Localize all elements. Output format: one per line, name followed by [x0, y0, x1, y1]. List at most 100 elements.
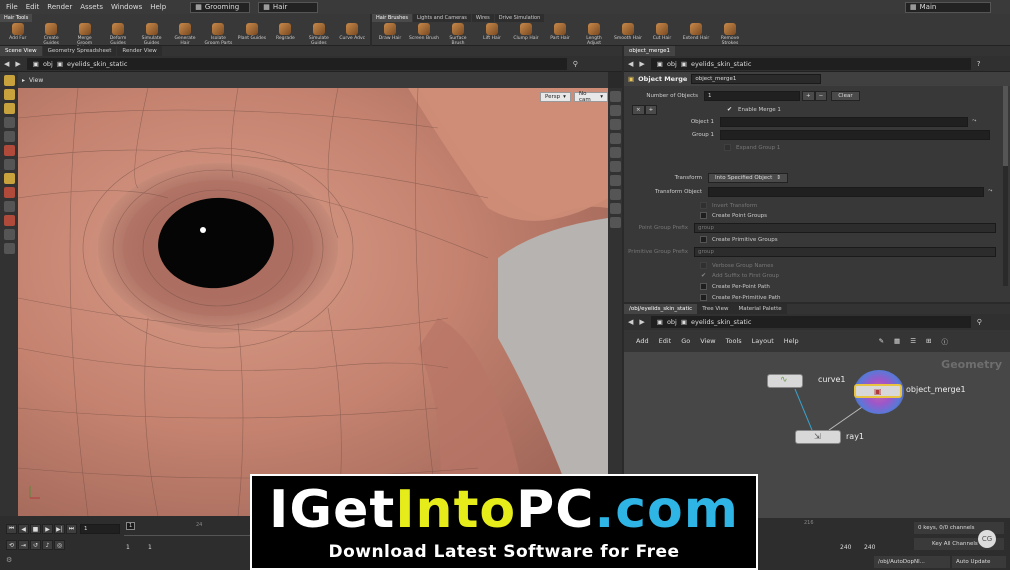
main-desktop-select[interactable]: ▦ Main: [905, 1, 991, 13]
select-tool-icon[interactable]: [3, 75, 15, 86]
help-icon[interactable]: ?: [977, 60, 981, 68]
shelf-tab-lights-cameras[interactable]: Lights and Cameras: [412, 14, 471, 22]
tool-lift-hair[interactable]: Lift Hair: [477, 23, 507, 46]
list-view-icon[interactable]: ☰: [910, 337, 916, 345]
auto-update-menu[interactable]: Auto Update: [952, 556, 1006, 568]
verbose-group-names-checkbox[interactable]: [700, 262, 707, 269]
node-curve1[interactable]: ∿: [767, 374, 803, 388]
add-suffix-checkbox[interactable]: ✔: [700, 272, 707, 279]
back-arrow-icon[interactable]: ◀: [628, 318, 633, 326]
tool-draw-hair[interactable]: Draw Hair: [375, 23, 405, 46]
shelf-tab-drive-simulation[interactable]: Drive Simulation: [494, 14, 545, 22]
node-chooser-icon[interactable]: ⤳: [972, 118, 976, 125]
forward-arrow-icon[interactable]: ▶: [639, 60, 644, 68]
range-start[interactable]: 1: [126, 544, 130, 551]
tool-part-hair[interactable]: Part Hair: [545, 23, 575, 46]
snap-icon[interactable]: [3, 201, 15, 212]
tool-surface-brush[interactable]: Surface Brush: [443, 23, 473, 46]
shelf-tab-wires[interactable]: Wires: [471, 14, 494, 22]
tab-material-palette[interactable]: Material Palette: [733, 304, 787, 314]
menu-windows[interactable]: Windows: [111, 3, 142, 11]
menu-assets[interactable]: Assets: [80, 3, 103, 11]
view-icon[interactable]: [3, 159, 15, 170]
forward-arrow-icon[interactable]: ▶: [639, 318, 644, 326]
display-option-icon[interactable]: [609, 105, 621, 116]
range-end[interactable]: 240: [840, 544, 851, 551]
menu-layout[interactable]: Layout: [752, 337, 774, 345]
persp-menu[interactable]: Persp ▾: [540, 92, 571, 102]
layout-icon[interactable]: ⊞: [926, 337, 931, 345]
settings-icon[interactable]: ◎: [54, 540, 65, 550]
display-option-icon[interactable]: [609, 203, 621, 214]
create-per-primitive-path-checkbox[interactable]: [700, 294, 707, 301]
tab-tree-view[interactable]: Tree View: [697, 304, 734, 314]
desktop-select[interactable]: ▦ Grooming: [190, 1, 251, 13]
breadcrumb[interactable]: ▣ obj ▣ eyelids_skin_static: [650, 316, 971, 328]
parameter-scrollbar[interactable]: [1003, 86, 1008, 286]
menu-view[interactable]: View: [700, 337, 715, 345]
display-option-icon[interactable]: [609, 119, 621, 130]
transform-object-field[interactable]: [708, 186, 984, 197]
audio-icon[interactable]: ♪: [42, 540, 53, 550]
display-option-icon[interactable]: [609, 175, 621, 186]
breadcrumb[interactable]: ▣ obj ▣ eyelids_skin_static: [26, 57, 567, 70]
display-option-icon[interactable]: [609, 217, 621, 228]
handle-icon[interactable]: [3, 145, 15, 156]
back-arrow-icon[interactable]: ◀: [4, 60, 9, 68]
timeline-ruler[interactable]: 1 24: [124, 522, 250, 536]
loop-icon[interactable]: ↺: [30, 540, 41, 550]
range-end-2[interactable]: 240: [864, 544, 875, 551]
menu-render[interactable]: Render: [47, 3, 72, 11]
tab-scene-view[interactable]: Scene View: [0, 46, 42, 56]
tool-screen-brush[interactable]: Screen Brush: [409, 23, 439, 46]
camera-icon[interactable]: [3, 229, 15, 240]
menu-help[interactable]: Help: [784, 337, 799, 345]
3d-viewport[interactable]: Persp ▾ No cam ▾: [18, 88, 608, 516]
current-frame-field[interactable]: 1: [80, 524, 120, 534]
menu-help[interactable]: Help: [150, 3, 166, 11]
pointer-icon[interactable]: [3, 117, 15, 128]
pose-icon[interactable]: [3, 173, 15, 184]
tool-extend-hair[interactable]: Extend Hair: [681, 23, 711, 46]
light-icon[interactable]: [3, 243, 15, 254]
info-icon[interactable]: ⓘ: [941, 336, 948, 346]
wrench-icon[interactable]: ✎: [879, 337, 884, 345]
tool-smooth-hair[interactable]: Smooth Hair: [613, 23, 643, 46]
display-option-icon[interactable]: [609, 147, 621, 158]
node-object-merge1[interactable]: ▣: [854, 384, 902, 398]
back-arrow-icon[interactable]: ◀: [628, 60, 633, 68]
enable-merge-checkbox[interactable]: ✔: [726, 106, 733, 113]
prev-key-button[interactable]: ◀: [18, 524, 29, 534]
node-name-field[interactable]: object_merge1: [691, 74, 822, 84]
object1-field[interactable]: [720, 116, 968, 127]
tab-render-view[interactable]: Render View: [117, 46, 162, 56]
menu-tools[interactable]: Tools: [726, 337, 742, 345]
auto-path-field[interactable]: /obj/AutoDopNl...: [874, 556, 950, 568]
invert-transform-checkbox[interactable]: [700, 202, 707, 209]
cam-menu[interactable]: No cam ▾: [574, 91, 608, 103]
insert-instance-button[interactable]: +: [644, 104, 658, 115]
node-ray1[interactable]: ⇲: [795, 430, 841, 444]
remove-instance-button[interactable]: ×: [632, 104, 645, 115]
step-icon[interactable]: ⇥: [18, 540, 29, 550]
realtime-icon[interactable]: ⟲: [6, 540, 17, 550]
clear-button[interactable]: Clear: [831, 90, 860, 101]
brush-tool-icon[interactable]: [3, 215, 15, 226]
tab-geometry-spreadsheet[interactable]: Geometry Spreadsheet: [42, 46, 117, 56]
breadcrumb[interactable]: ▣ obj ▣ eyelids_skin_static: [650, 57, 971, 70]
move-tool-icon[interactable]: [3, 89, 15, 100]
context-select[interactable]: ▦ Hair: [258, 1, 319, 13]
scrollbar-thumb[interactable]: [1003, 86, 1008, 166]
lock-icon[interactable]: [3, 131, 15, 142]
forward-arrow-icon[interactable]: ▶: [15, 60, 20, 68]
menu-edit[interactable]: Edit: [26, 3, 40, 11]
node-chooser-icon[interactable]: ⤳: [988, 188, 992, 195]
magnet-icon[interactable]: [3, 187, 15, 198]
primitive-group-prefix-field[interactable]: group: [694, 246, 996, 257]
next-key-button[interactable]: ▶|: [54, 524, 65, 534]
create-per-point-path-checkbox[interactable]: [700, 283, 707, 290]
shelf-tab-hair-brushes[interactable]: Hair Brushes: [372, 14, 412, 22]
menu-go[interactable]: Go: [681, 337, 690, 345]
play-button[interactable]: ▶: [42, 524, 53, 534]
remove-multiparm-button[interactable]: −: [814, 90, 828, 101]
